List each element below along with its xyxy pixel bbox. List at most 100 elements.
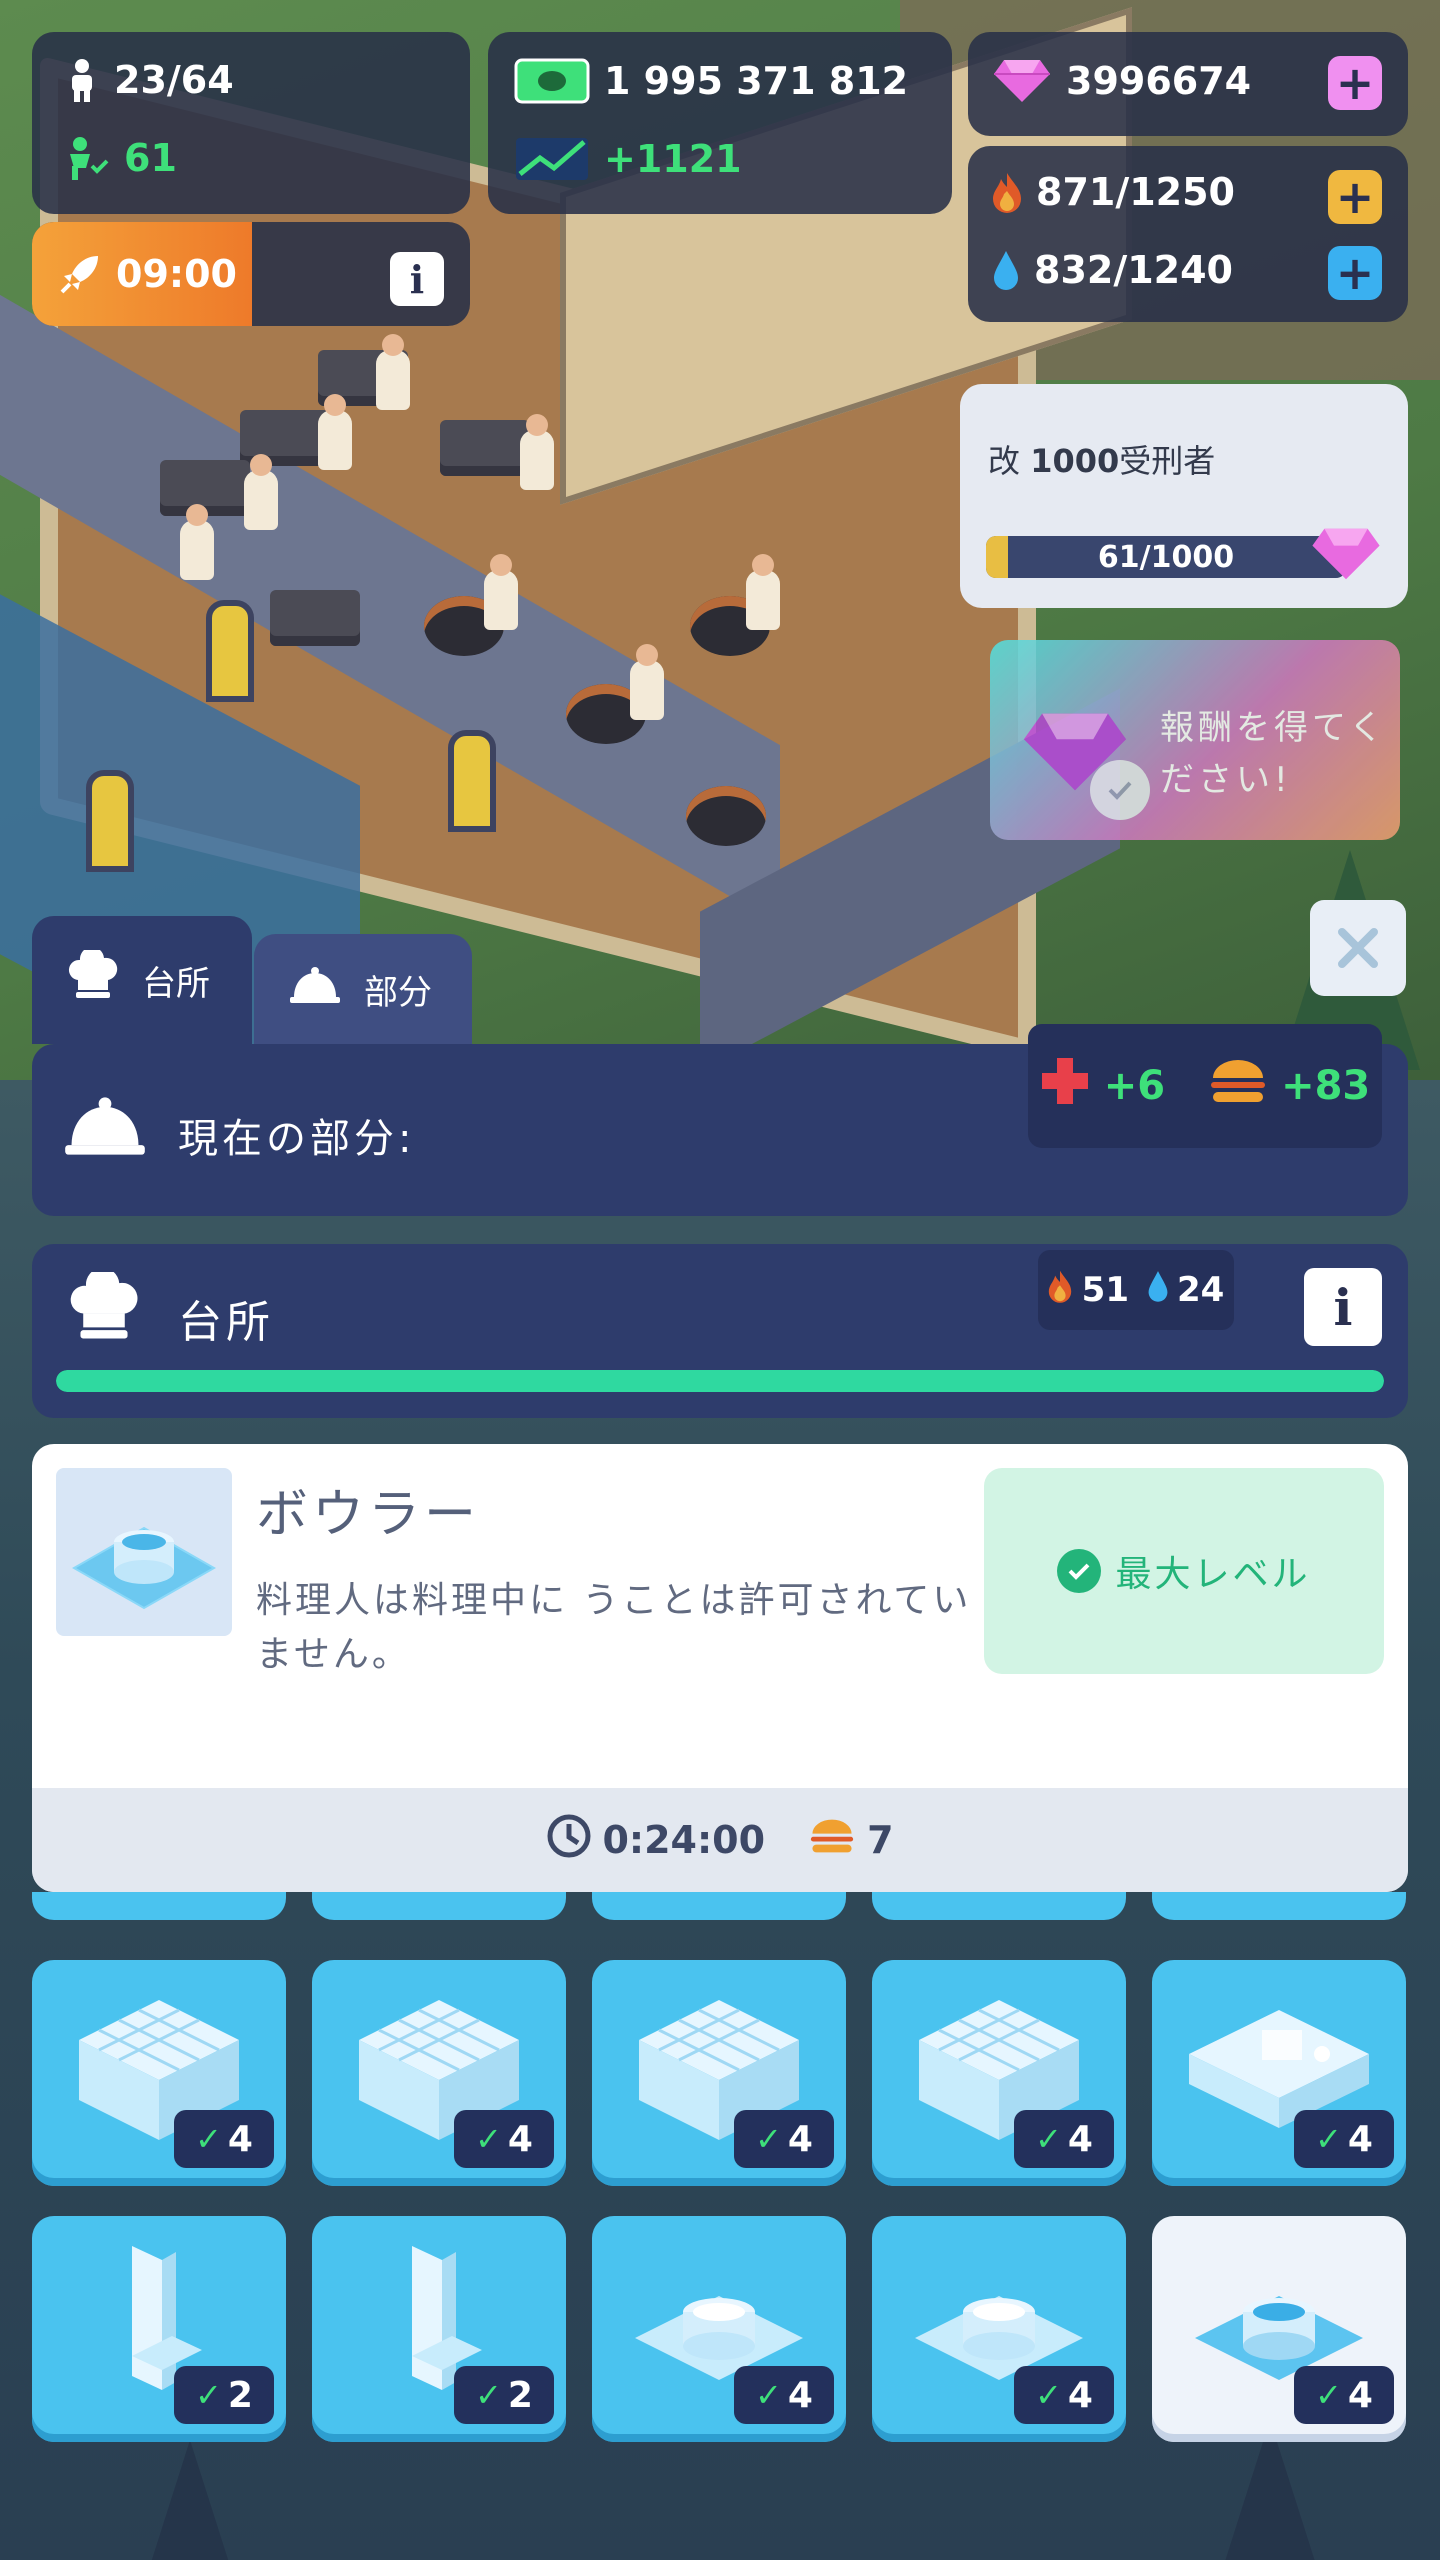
- part-bonus-badge: +6 +83: [1028, 1024, 1382, 1148]
- food-value: 7: [867, 1818, 894, 1862]
- fire-icon: [992, 171, 1022, 213]
- current-part-label: 現在の部分:: [178, 1116, 416, 1162]
- item-count-badge: ✓ 4: [174, 2110, 274, 2168]
- check-icon: ✓: [195, 2120, 222, 2158]
- cook: [318, 394, 352, 470]
- tab-parts[interactable]: 部分: [254, 934, 472, 1044]
- grid-item-pot-selected[interactable]: ✓ 4: [1152, 2216, 1406, 2442]
- add-water-button[interactable]: +: [1328, 246, 1382, 300]
- item-count: 4: [787, 2118, 813, 2160]
- check-icon: ✓: [755, 2120, 782, 2158]
- cook: [376, 334, 410, 410]
- tab-kitchen-label: 台所: [142, 963, 210, 1004]
- room-info-button[interactable]: i: [1304, 1268, 1382, 1346]
- room-resource-badge: 51 24: [1038, 1250, 1234, 1330]
- boost-timer: 09:00: [116, 252, 237, 296]
- room-power: 51: [1081, 1270, 1129, 1310]
- item-description: 料理人は料理中に うことは許可されていません。: [256, 1580, 972, 1675]
- tab-parts-label: 部分: [364, 972, 432, 1013]
- grid-item-pot[interactable]: ✓ 4: [872, 2216, 1126, 2442]
- grid-tile-peek: [32, 1892, 286, 1920]
- check-icon: ✓: [1035, 2376, 1062, 2414]
- quest-count: 1000: [1030, 442, 1120, 480]
- grid-item-stove[interactable]: ✓ 4: [872, 1960, 1126, 2186]
- boost-info-button[interactable]: i: [390, 252, 444, 306]
- window: [448, 730, 496, 832]
- cook: [630, 644, 664, 720]
- item-footer: 0:24:00 7: [32, 1788, 1408, 1892]
- reward-text: 報酬を得てください!: [1160, 708, 1387, 800]
- close-button[interactable]: [1310, 900, 1406, 996]
- tab-kitchen[interactable]: 台所: [32, 916, 252, 1044]
- item-count: 2: [507, 2374, 533, 2416]
- item-count: 4: [1067, 2374, 1093, 2416]
- boost-panel[interactable]: 09:00 i: [32, 222, 470, 326]
- water-amount: 832/1240: [1034, 248, 1233, 292]
- clock-icon: [546, 1813, 592, 1868]
- item-title: ボウラー: [256, 1485, 481, 1545]
- cook: [180, 504, 214, 580]
- reward-banner[interactable]: 報酬を得てください!: [990, 640, 1400, 840]
- room-title: 台所: [178, 1297, 274, 1348]
- gem-count: 3996674: [1066, 59, 1252, 103]
- rocket-icon: [58, 252, 102, 296]
- check-icon: ✓: [195, 2376, 222, 2414]
- grid-item-pot[interactable]: ✓ 4: [592, 2216, 846, 2442]
- grid-tile-peek: [312, 1892, 566, 1920]
- item-count-badge: ✓ 4: [1294, 2110, 1394, 2168]
- money-panel: 1 995 371 812 +1121: [488, 32, 952, 214]
- burger-icon: [809, 1818, 855, 1863]
- grid-item-stove[interactable]: ✓ 4: [312, 1960, 566, 2186]
- window: [86, 770, 134, 872]
- water-drop-icon: [1147, 1269, 1169, 1312]
- max-level-button[interactable]: 最大レベル: [984, 1468, 1384, 1674]
- item-count-badge: ✓ 2: [454, 2366, 554, 2424]
- bell-icon: [62, 1092, 148, 1164]
- quest-prefix: 改: [988, 442, 1021, 480]
- item-count: 4: [1347, 2118, 1373, 2160]
- bell-icon: [288, 965, 342, 1014]
- cook: [520, 414, 554, 490]
- gem-icon: [992, 58, 1052, 104]
- cook: [244, 454, 278, 530]
- item-count: 4: [227, 2118, 253, 2160]
- check-icon: [1090, 760, 1150, 820]
- grid-item-stove[interactable]: ✓ 4: [32, 1960, 286, 2186]
- person-icon: [64, 58, 100, 102]
- check-icon: ✓: [475, 2120, 502, 2158]
- quest-progress-bar: 61/1000: [986, 536, 1346, 578]
- grid-item-sink[interactable]: ✓ 2: [312, 2216, 566, 2442]
- gems-panel: 3996674 +: [968, 32, 1408, 136]
- chef-hat-icon: [66, 946, 120, 1011]
- quest-progress-text: 61/1000: [1097, 539, 1235, 575]
- cook: [746, 554, 780, 630]
- item-thumbnail: [56, 1468, 232, 1636]
- item-count: 2: [227, 2374, 253, 2416]
- grid-tile-peek: [872, 1892, 1126, 1920]
- fire-icon: [1048, 1269, 1072, 1312]
- check-icon: ✓: [475, 2376, 502, 2414]
- build-time: 0:24:00: [602, 1818, 766, 1862]
- cook: [484, 554, 518, 630]
- check-icon: [1057, 1549, 1102, 1593]
- quest-panel[interactable]: 改 1000受刑者 61/1000: [960, 384, 1408, 608]
- world-pot: [686, 786, 766, 846]
- prisoner-count: 23/64: [114, 58, 234, 102]
- grid-item-stove[interactable]: ✓ 4: [592, 1960, 846, 2186]
- burger-icon: [1209, 1058, 1267, 1114]
- trend-icon: [514, 136, 590, 182]
- room-progress-fill: [56, 1370, 1384, 1392]
- guard-icon: [64, 136, 110, 180]
- tree: [120, 2440, 260, 2560]
- grid-item-sink[interactable]: ✓ 2: [32, 2216, 286, 2442]
- item-detail-card: ボウラー 料理人は料理中に うことは許可されていません。 最大レベル 0:24:…: [32, 1444, 1408, 1892]
- check-icon: ✓: [1315, 2376, 1342, 2414]
- guard-count: 61: [124, 136, 177, 180]
- add-power-button[interactable]: +: [1328, 170, 1382, 224]
- money-amount: 1 995 371 812: [604, 59, 909, 103]
- grid-item-kitchen-counter[interactable]: ✓ 4: [1152, 1960, 1406, 2186]
- health-cross-icon: [1040, 1056, 1090, 1116]
- item-count: 4: [507, 2118, 533, 2160]
- add-gems-button[interactable]: +: [1328, 56, 1382, 110]
- window: [206, 600, 254, 702]
